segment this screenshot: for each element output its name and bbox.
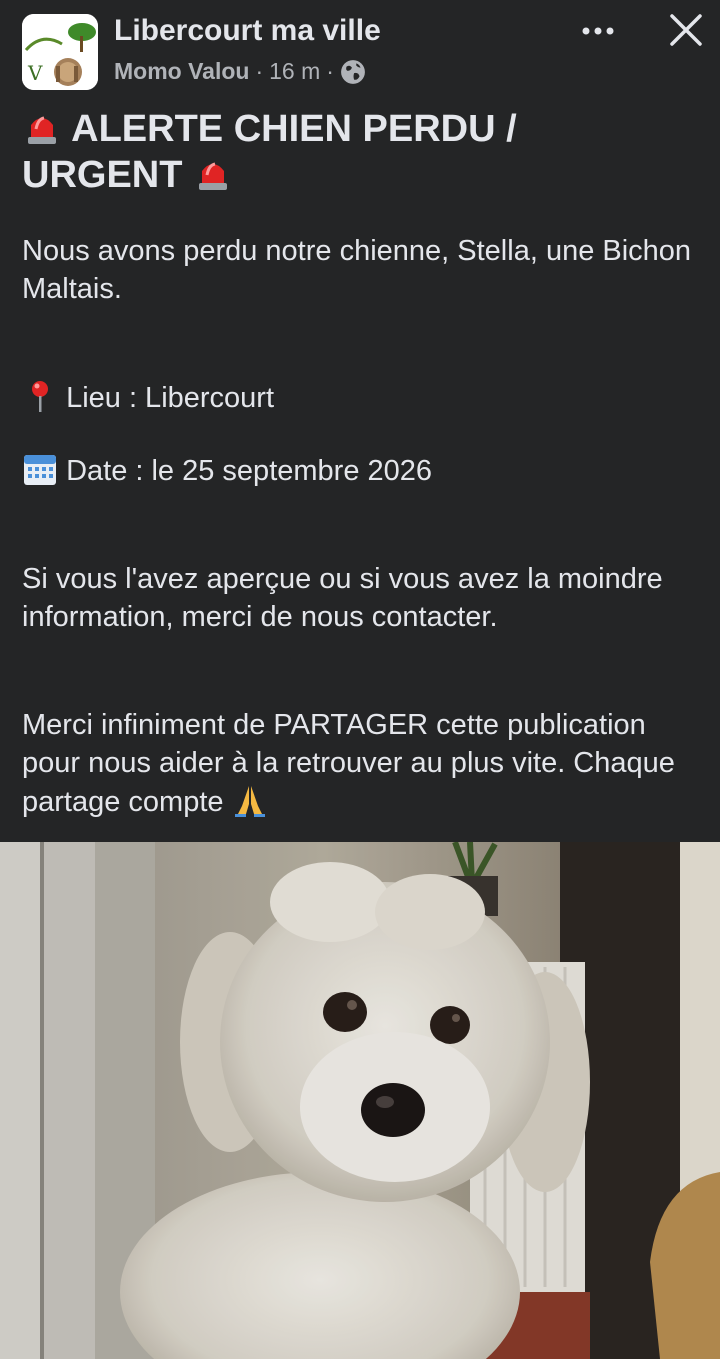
pin-icon: [32, 381, 48, 412]
post-title: ALERTE CHIEN PERDU / URGENT: [22, 106, 702, 198]
post-lieu: Lieu : Libercourt: [22, 378, 702, 417]
post-title-line2: URGENT: [22, 154, 183, 196]
author-name[interactable]: Momo Valou: [114, 58, 249, 85]
siren-icon: [28, 116, 56, 144]
calendar-icon: [24, 455, 56, 485]
post-time[interactable]: 16 m: [269, 58, 320, 85]
more-horizontal-icon[interactable]: [578, 16, 618, 46]
post-intro: Nous avons perdu notre chienne, Stella, …: [22, 235, 692, 305]
meta-separator: ·: [255, 58, 264, 84]
globe-icon: [341, 59, 365, 84]
lieu-text: Lieu : Libercourt: [66, 382, 275, 414]
libercourt-logo-icon: V: [22, 14, 98, 90]
post-text: ALERTE CHIEN PERDU / URGENT Nous avons p…: [22, 106, 702, 821]
close-icon[interactable]: [666, 10, 706, 50]
page-name[interactable]: Libercourt ma ville: [114, 14, 381, 48]
share-text: Merci infiniment de PARTAGER cette publi…: [22, 709, 675, 818]
page-avatar[interactable]: V: [22, 14, 98, 90]
dog-photo-image: [0, 842, 720, 1359]
folded-hands-icon: [234, 786, 265, 817]
svg-text:V: V: [27, 61, 43, 85]
post-contact: Si vous l'avez aperçue ou si vous avez l…: [22, 563, 663, 633]
post-meta: Momo Valou · 16 m ·: [114, 58, 366, 85]
post-title-line1: ALERTE CHIEN PERDU /: [71, 108, 517, 150]
post-photo[interactable]: [0, 842, 720, 1359]
post-date: Date : le 25 septembre 2026: [22, 451, 702, 490]
post-header: V Libercourt ma ville Momo Valou · 16 m …: [0, 0, 720, 100]
date-text: Date : le 25 septembre 2026: [66, 455, 433, 487]
siren-icon: [199, 162, 228, 190]
meta-separator: ·: [326, 58, 334, 84]
post-share: Merci infiniment de PARTAGER cette publi…: [22, 706, 702, 821]
